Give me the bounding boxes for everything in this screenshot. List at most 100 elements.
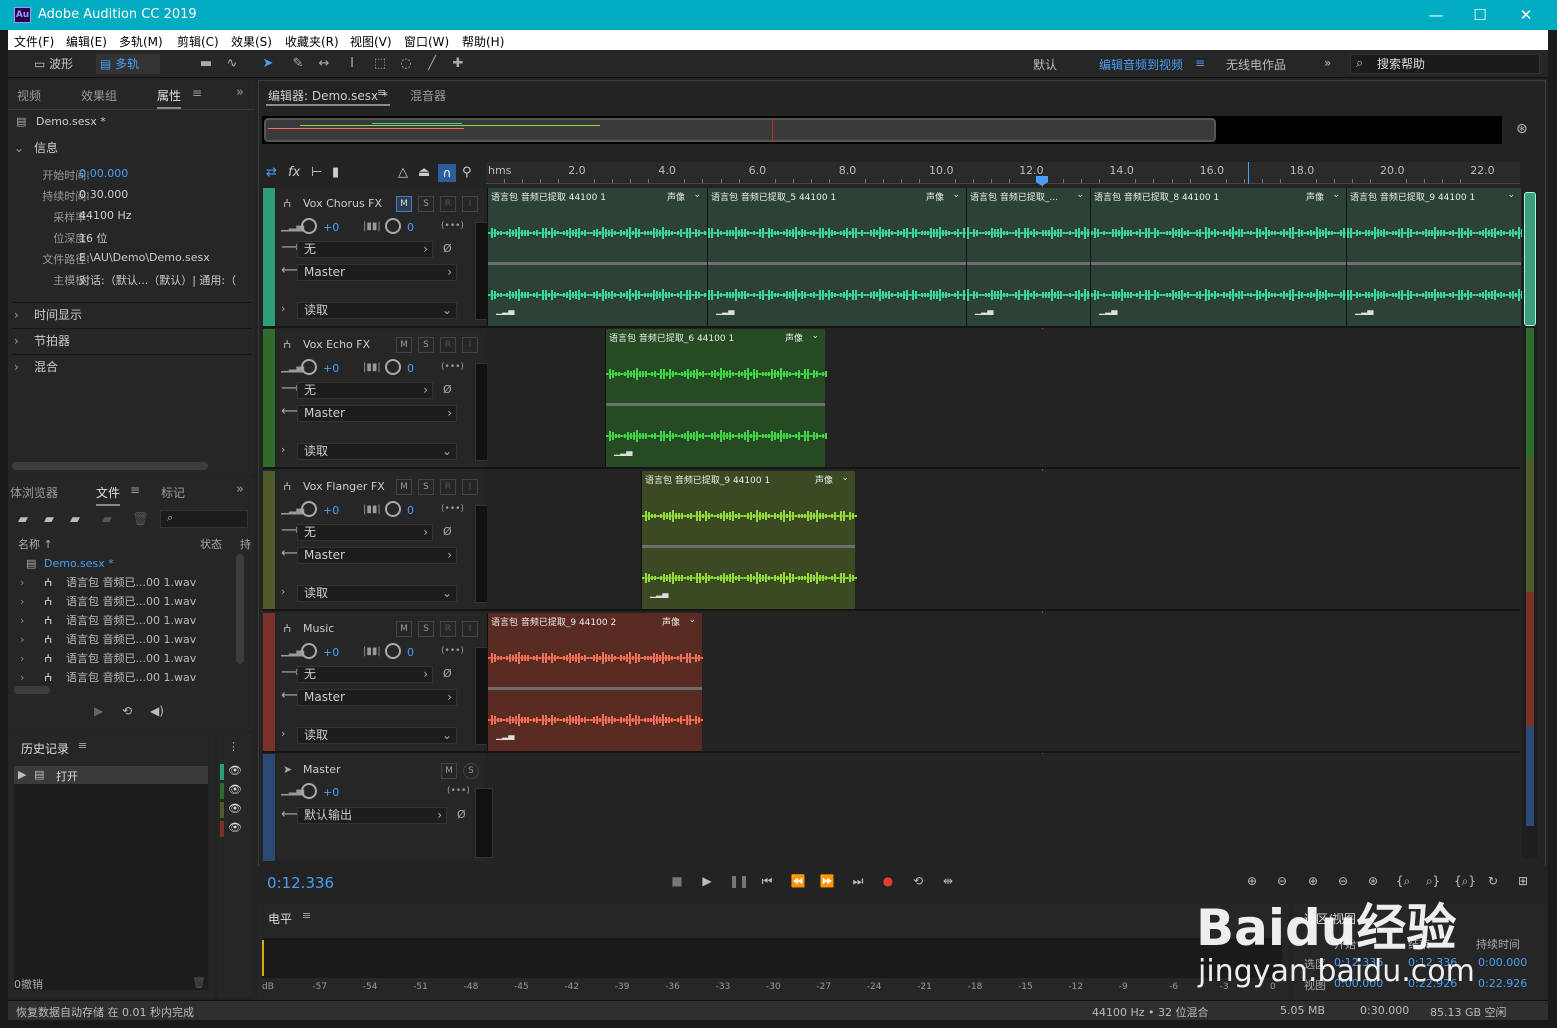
list-item[interactable]: › ⵄ 语言包 音频已...00 1.wav (18, 630, 248, 649)
vertical-scrollbar-thumb[interactable] (1524, 192, 1536, 326)
solo-button[interactable]: S (418, 337, 434, 353)
history-item[interactable]: ▶ ▤ 打开 (14, 766, 208, 784)
zoom-selection-in-icon[interactable]: {⌕ (1394, 873, 1412, 889)
time-selection-tool-icon[interactable]: I (344, 56, 360, 72)
menu-effects[interactable]: 效果(S) (231, 33, 272, 50)
zoom-settings-icon[interactable]: ⊛ (1516, 121, 1528, 137)
phase-icon[interactable]: Ø (443, 667, 452, 680)
track-lane[interactable]: 语言包 音频已提取 44100 1 声像 ⌄ ▁▂▄ 语言包 音频已提取_5 44100… (487, 188, 1523, 326)
time-ruler[interactable]: hms 2.0 4.0 6.0 8.0 10.0 12.0 14.0 16.0 18.0 20.0… (486, 162, 1520, 184)
pan-value[interactable]: 0 (407, 362, 414, 375)
lasso-tool-icon[interactable]: ◌ (398, 56, 414, 72)
stereo-icon[interactable]: (•••) (441, 362, 464, 372)
panel-menu-icon[interactable]: ≡ (377, 86, 386, 99)
mute-button[interactable]: M (396, 479, 412, 495)
pan-knob[interactable] (385, 359, 401, 375)
input-monitor-button[interactable]: I (462, 621, 478, 637)
panel-menu-icon[interactable]: ⋮ (228, 740, 239, 753)
play-icon[interactable]: ▶ (698, 873, 716, 889)
record-arm-button[interactable]: R (440, 621, 456, 637)
chevron-right-icon[interactable]: › (281, 302, 285, 315)
input-select[interactable]: 无 › (297, 666, 433, 683)
open-file-icon[interactable]: ▰ (18, 512, 28, 527)
zoom-reset-icon[interactable]: ↻ (1484, 873, 1502, 889)
tab-editor[interactable]: 编辑器: Demo.sesx * (268, 87, 388, 104)
list-item[interactable]: › ⵄ 语言包 音频已...00 1.wav (18, 668, 248, 687)
track-icon[interactable]: ⏏ (418, 165, 430, 180)
audio-clip[interactable]: 语言包 音频已提取_5 44100 1 声像 ⌄ ▁▂▄ (707, 188, 968, 326)
phase-icon[interactable]: Ø (443, 242, 452, 255)
info-start-value[interactable]: 0:00.000 (79, 167, 128, 180)
solo-button[interactable]: S (418, 621, 434, 637)
spectral-display-icon[interactable]: ▬ (198, 56, 214, 72)
menu-favorites[interactable]: 收藏夹(R) (285, 33, 339, 50)
volume-value[interactable]: +0 (323, 362, 339, 375)
record-arm-button[interactable]: R (440, 479, 456, 495)
solo-button[interactable]: S (418, 479, 434, 495)
sync-icon[interactable]: ⇄ (266, 165, 277, 180)
section-mix[interactable]: › 混合 (12, 354, 252, 378)
overview-view-range[interactable] (264, 118, 1216, 142)
pan-knob[interactable] (385, 218, 401, 234)
input-select[interactable]: 无 › (297, 382, 433, 399)
volume-knob[interactable] (301, 643, 317, 659)
clip-menu-chevron-icon[interactable]: ⌄ (688, 615, 696, 625)
minimize-button[interactable]: — (1422, 4, 1450, 26)
clip-menu-chevron-icon[interactable]: ⌄ (811, 331, 819, 341)
sends-icon[interactable]: ⊢ (311, 165, 322, 180)
zoom-out-time-icon[interactable]: ⊖ (1334, 873, 1352, 889)
track-name[interactable]: Vox Echo FX (303, 338, 370, 351)
maximize-button[interactable]: ☐ (1466, 4, 1494, 26)
track-name[interactable]: Vox Chorus FX (303, 197, 382, 210)
zoom-selection-out-icon[interactable]: ⌕} (1424, 873, 1442, 889)
eye-icon[interactable]: 👁 (228, 802, 242, 815)
pan-knob[interactable] (385, 501, 401, 517)
clip-menu-chevron-icon[interactable]: ⌄ (1507, 190, 1515, 200)
audio-clip[interactable]: 语言包 音频已提取_... ⌄ ▁▂▄ (966, 188, 1092, 326)
automation-mode-select[interactable]: 读取 ⌄ (297, 443, 457, 460)
clip-menu-chevron-icon[interactable]: ⌄ (952, 190, 960, 200)
zoom-in-amplitude-icon[interactable]: ⊕ (1243, 873, 1261, 889)
list-item[interactable]: › ⵄ 语言包 音频已...00 1.wav (18, 573, 248, 592)
workspace-edit-audio-to-video[interactable]: 编辑音频到视频 (1099, 56, 1183, 73)
tab-media-browser[interactable]: 体浏览器 (10, 484, 58, 501)
import-file-icon[interactable]: ▰ (44, 512, 54, 527)
move-tool-icon[interactable]: ➤ (260, 56, 276, 72)
volume-knob[interactable] (301, 783, 317, 799)
zoom-tracks-icon[interactable]: ⊞ (1514, 873, 1532, 889)
track-name[interactable]: Vox Flanger FX (303, 480, 385, 493)
list-item[interactable]: › ⵄ 语言包 音频已...00 1.wav (18, 592, 248, 611)
tab-effects-rack[interactable]: 效果组 (81, 87, 117, 104)
input-select[interactable]: 无 › (297, 524, 433, 541)
more-workspaces-button[interactable]: » (1324, 56, 1331, 70)
mute-button[interactable]: M (396, 621, 412, 637)
output-select[interactable]: Master › (297, 405, 457, 422)
eye-icon[interactable]: 👁 (228, 821, 242, 834)
rewind-icon[interactable]: ⏪ (789, 873, 807, 889)
volume-value[interactable]: +0 (323, 221, 339, 234)
workspace-default[interactable]: 默认 (1033, 56, 1057, 73)
clip-menu-chevron-icon[interactable]: ⌄ (1076, 190, 1084, 200)
phase-icon[interactable]: Ø (457, 808, 466, 821)
chevron-right-icon[interactable]: › (281, 585, 285, 598)
panel-menu-icon[interactable]: ≡ (130, 483, 140, 497)
chevron-right-icon[interactable]: › (281, 727, 285, 740)
horizontal-scrollbar[interactable] (12, 462, 208, 470)
mute-button[interactable]: M (441, 763, 457, 779)
section-time-display[interactable]: › 时间显示 (12, 302, 252, 326)
autoplay-icon[interactable]: ◀) (150, 704, 164, 718)
skip-to-end-icon[interactable]: ⏭ (849, 873, 867, 889)
zoom-full-icon[interactable]: ⊛ (1364, 873, 1382, 889)
tab-files[interactable]: 文件 (96, 484, 121, 506)
pan-knob[interactable] (385, 643, 401, 659)
eye-icon[interactable]: 👁 (228, 764, 242, 777)
record-arm-button[interactable]: R (440, 196, 456, 212)
search-help-input[interactable]: 搜索帮助 (1350, 54, 1540, 74)
current-time-display[interactable]: 0:12.336 (267, 874, 334, 892)
list-item[interactable]: › ⵄ 语言包 音频已...00 1.wav (18, 611, 248, 630)
col-status-header[interactable]: 状态 (200, 536, 222, 552)
solo-button[interactable]: S (463, 763, 479, 779)
workspace-menu-icon[interactable]: ≡ (1195, 56, 1205, 70)
razor-tool-icon[interactable]: ✎ (290, 56, 306, 72)
section-metronome[interactable]: › 节拍器 (12, 328, 252, 352)
